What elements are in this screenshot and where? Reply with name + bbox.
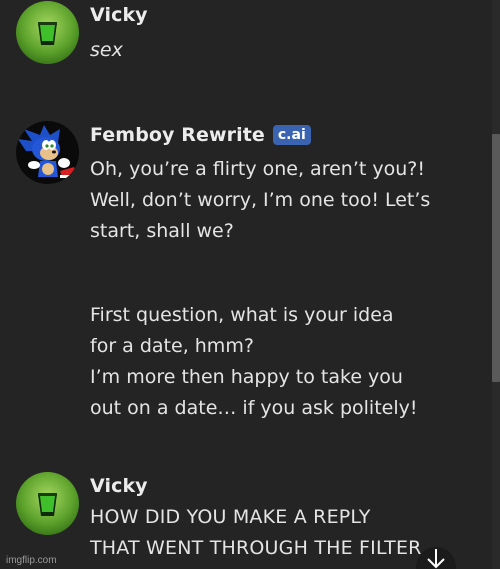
ai-badge: c.ai: [272, 125, 311, 145]
sonic-character-icon: [16, 121, 79, 184]
message-body: Vicky sex: [90, 1, 484, 66]
character-avatar[interactable]: [16, 121, 79, 184]
author-name[interactable]: Vicky: [90, 4, 148, 26]
message-paragraph: First question, what is your idea for a …: [90, 304, 418, 419]
scrollbar-thumb[interactable]: [492, 134, 500, 382]
message-body: Femboy Rewrite c.ai Oh, you’re a flirty …: [90, 121, 484, 424]
user-avatar[interactable]: [16, 472, 79, 535]
message-text: sex: [90, 39, 123, 61]
user-avatar[interactable]: [16, 1, 79, 64]
scrollbar-track[interactable]: [492, 0, 500, 569]
green-drink-icon: [16, 1, 79, 64]
arrow-down-icon: [427, 549, 445, 569]
green-drink-icon: [16, 472, 79, 535]
message-paragraph: Oh, you’re a flirty one, aren’t you?! We…: [90, 158, 431, 242]
watermark: imgflip.com: [6, 555, 57, 566]
author-name[interactable]: Femboy Rewrite: [90, 124, 265, 146]
chat-log: Vicky sex Femboy Rewrite c.ai Oh, you’re…: [0, 0, 500, 569]
author-name[interactable]: Vicky: [90, 475, 148, 497]
